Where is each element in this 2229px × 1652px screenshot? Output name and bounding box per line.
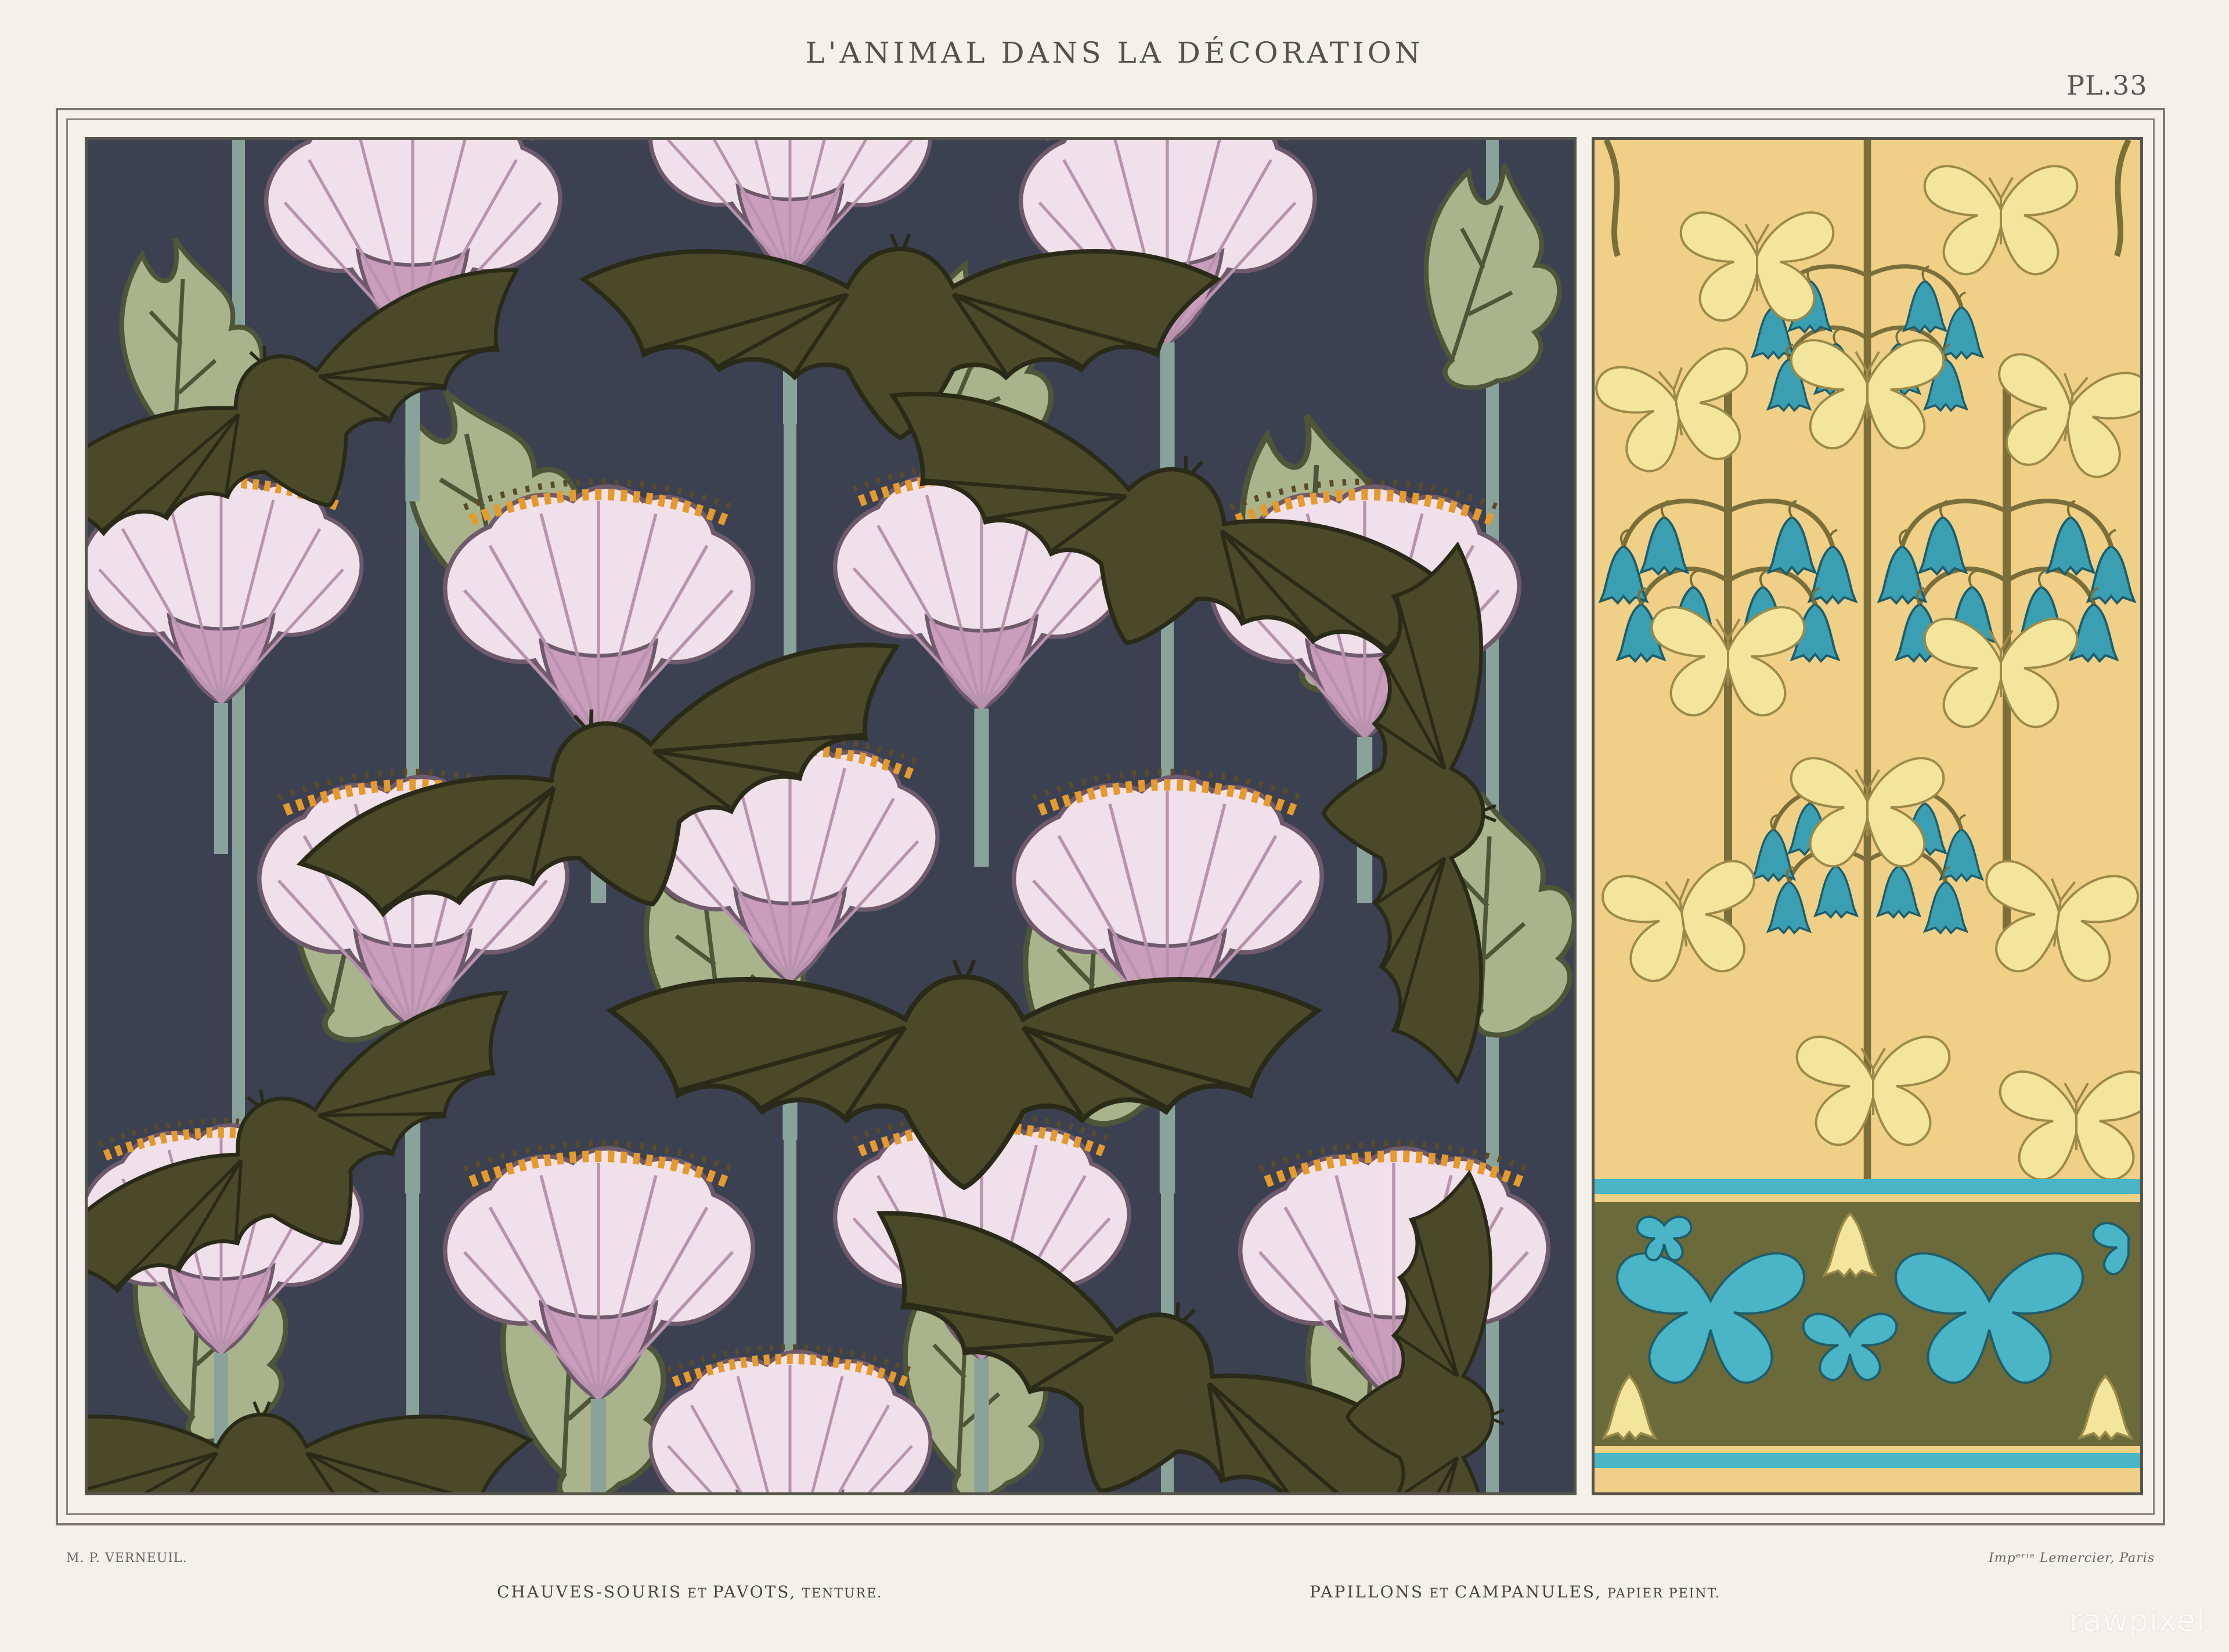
caption-right-second: CAMPANULES, bbox=[1454, 1582, 1602, 1601]
butterflies-and-bellflowers-pattern-icon bbox=[1595, 140, 2140, 1492]
caption-left: CHAUVES-SOURIS ET PAVOTS, TENTURE. bbox=[497, 1582, 882, 1601]
caption-left-kind: TENTURE. bbox=[796, 1586, 883, 1601]
caption-left-second: PAVOTS, bbox=[712, 1582, 797, 1601]
plate-title: L'ANIMAL DANS LA DÉCORATION bbox=[805, 36, 1424, 70]
plate-number: PL.33 bbox=[2066, 70, 2148, 101]
artist-credit: M. P. VERNEUIL. bbox=[66, 1551, 187, 1566]
caption-right: PAPILLONS ET CAMPANULES, PAPIER PEINT. bbox=[1310, 1582, 1721, 1601]
printer-credit: Impᵉʳⁱᵉ Lemercier, Paris bbox=[1989, 1551, 2155, 1566]
bats-and-poppies-illustration bbox=[85, 137, 1577, 1495]
caption-left-main: CHAUVES-SOURIS bbox=[497, 1582, 683, 1601]
caption-right-joiner: ET bbox=[1424, 1586, 1455, 1601]
caption-right-main: PAPILLONS bbox=[1310, 1582, 1424, 1601]
caption-left-joiner: ET bbox=[682, 1586, 713, 1601]
watermark: rawpixel bbox=[2069, 1602, 2206, 1639]
bats-and-poppies-pattern-icon bbox=[88, 140, 1574, 1492]
butterflies-and-bellflowers-illustration bbox=[1592, 137, 2143, 1495]
caption-right-kind: PAPIER PEINT. bbox=[1602, 1586, 1721, 1601]
